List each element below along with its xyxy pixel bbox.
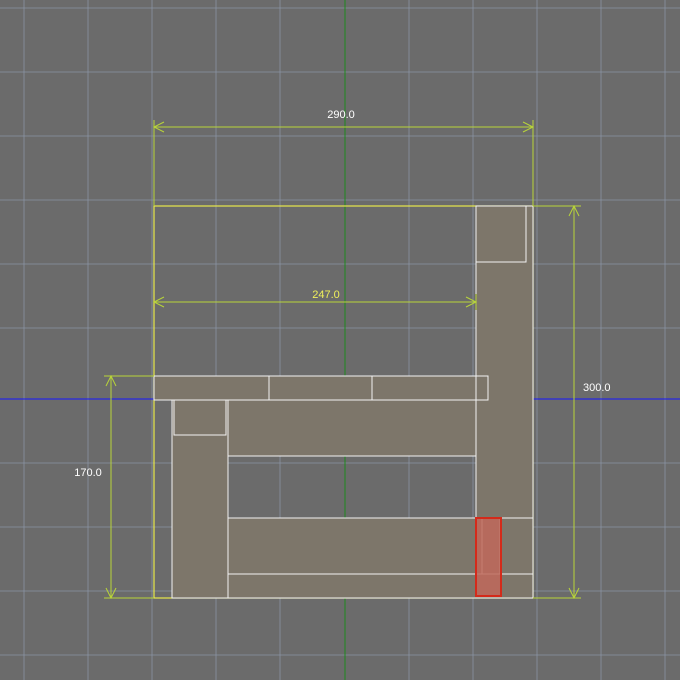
cad-viewport[interactable]: 290.0 247.0 300.0 170.0: [0, 0, 680, 680]
back-shelf[interactable]: [153, 375, 489, 401]
left-depth-dimension[interactable]: 170.0: [74, 374, 154, 600]
left-depth-label: 170.0: [74, 467, 102, 479]
overall-depth-dimension[interactable]: 300.0: [533, 204, 611, 600]
back-rail[interactable]: [227, 398, 477, 457]
selected-corner-post[interactable]: [475, 517, 502, 597]
overall-width-dimension[interactable]: 290.0: [152, 109, 535, 206]
overall-depth-label: 300.0: [583, 382, 611, 394]
overall-width-label: 290.0: [327, 109, 355, 121]
top-view-drawing[interactable]: 290.0 247.0 300.0 170.0: [0, 0, 680, 680]
left-arm-cushion[interactable]: [173, 398, 227, 436]
inner-width-dimension[interactable]: 247.0: [152, 289, 478, 310]
sofa-parts: [153, 205, 534, 599]
inner-width-label: 247.0: [312, 289, 340, 301]
back-cushion-top[interactable]: [475, 205, 527, 263]
